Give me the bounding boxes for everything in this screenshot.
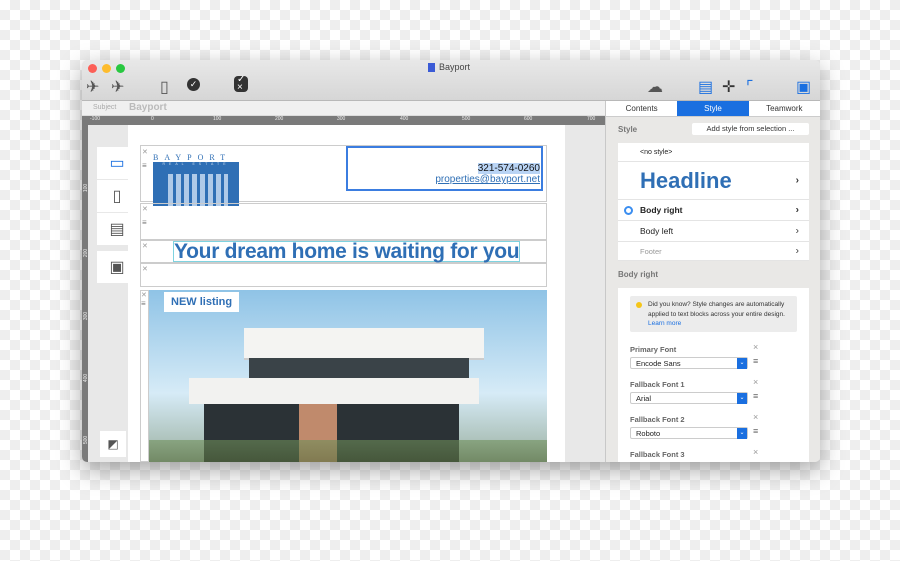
chevron-right-icon: › bbox=[795, 174, 799, 186]
horizontal-ruler: -100 0 100 200 300 400 500 600 700 bbox=[82, 116, 605, 125]
check-icon[interactable]: ✓ bbox=[187, 78, 200, 91]
add-style-button[interactable]: Add style from selection ... bbox=[692, 123, 809, 135]
header-block[interactable]: ✕ ≡ BAYPORT REAL ESTATE 321-574-0260 pro… bbox=[140, 145, 547, 206]
subject-input[interactable]: Bayport bbox=[129, 102, 167, 113]
sidebar-toggle-icon[interactable]: ▣ bbox=[796, 77, 811, 97]
chevron-right-icon: › bbox=[795, 245, 799, 257]
panel-tabs: Contents Style Teamwork bbox=[606, 101, 820, 117]
document-icon bbox=[428, 62, 435, 72]
style-list: <no style> Headline › Body right › Body le… bbox=[618, 143, 809, 261]
minimize-button[interactable] bbox=[102, 64, 111, 73]
reorder-handle-icon[interactable]: ≡ bbox=[753, 391, 758, 401]
devices-icon[interactable]: ▯ bbox=[160, 77, 169, 97]
style-item-headline[interactable]: Headline › bbox=[618, 162, 809, 200]
new-listing-badge[interactable]: NEW listing bbox=[164, 292, 240, 312]
fallback-font-1-select[interactable]: Arial ⌄ bbox=[630, 392, 748, 404]
remove-font-icon[interactable]: × bbox=[753, 412, 758, 422]
reorder-handle-icon[interactable]: ≡ bbox=[753, 356, 758, 366]
contact-text-block[interactable]: 321-574-0260 properties@bayport.net bbox=[346, 146, 543, 191]
reorder-handle-icon[interactable]: ≡ bbox=[753, 426, 758, 436]
style-item-body-left[interactable]: Body left › bbox=[618, 221, 809, 242]
remove-font-icon[interactable]: × bbox=[753, 377, 758, 387]
spacer-block[interactable]: ✕ bbox=[140, 263, 547, 287]
selected-radio-icon bbox=[624, 206, 633, 215]
toolbar: Bayport ✈︎ ✈︎ ▯ ✓ ✓ × ☁︎ ▤ ✛ ⌜ ▣ bbox=[82, 60, 820, 101]
learn-more-link[interactable]: Learn more bbox=[648, 320, 681, 327]
chevron-down-icon: ⌄ bbox=[737, 358, 747, 369]
email-page: ✕ ≡ BAYPORT REAL ESTATE 321-574-0260 pro… bbox=[128, 125, 565, 462]
chevron-right-icon: › bbox=[795, 204, 799, 216]
spacer-block[interactable]: ✕ ≡ bbox=[140, 203, 547, 240]
chevron-down-icon: ⌄ bbox=[737, 428, 747, 439]
zoom-button[interactable] bbox=[116, 64, 125, 73]
tab-teamwork[interactable]: Teamwork bbox=[749, 101, 820, 116]
app-window: Bayport ✈︎ ✈︎ ▯ ✓ ✓ × ☁︎ ▤ ✛ ⌜ ▣ Subject … bbox=[82, 60, 820, 462]
design-canvas: ▭ ▯ ▤ ▣ ◩ ✕ ≡ BAYPORT REAL ESTATE 321-57… bbox=[88, 125, 605, 462]
approve-reject-icon[interactable]: ✓ × bbox=[234, 75, 249, 93]
cloud-icon[interactable]: ☁︎ bbox=[647, 77, 663, 97]
remove-font-icon[interactable]: × bbox=[753, 342, 758, 352]
style-item-body-right[interactable]: Body right › bbox=[618, 200, 809, 221]
tab-contents[interactable]: Contents bbox=[606, 101, 677, 116]
margins-icon[interactable]: ⌜ bbox=[746, 77, 754, 97]
move-icon[interactable]: ✛ bbox=[722, 77, 735, 97]
remove-block-icon[interactable]: ✕ bbox=[142, 148, 148, 156]
bayport-logo: BAYPORT REAL ESTATE bbox=[153, 153, 239, 206]
layers-icon[interactable]: ◩ bbox=[100, 431, 126, 457]
close-button[interactable] bbox=[88, 64, 97, 73]
fallback-font-2-select[interactable]: Roboto ⌄ bbox=[630, 427, 748, 439]
inspector-panel: Contents Style Teamwork Style Add style … bbox=[605, 101, 820, 462]
email-link[interactable]: properties@bayport.net bbox=[348, 174, 540, 185]
headline-block[interactable]: ✕ Your dream home is waiting for you bbox=[140, 240, 547, 263]
chevron-right-icon: › bbox=[795, 225, 799, 237]
style-item-none[interactable]: <no style> bbox=[618, 143, 809, 162]
window-title: Bayport bbox=[428, 62, 470, 72]
send-plane-icon[interactable]: ✈︎ bbox=[86, 77, 99, 97]
subject-bar: Subject Bayport bbox=[82, 101, 605, 116]
info-dot-icon bbox=[636, 302, 642, 308]
drag-handle-icon[interactable]: ≡ bbox=[142, 161, 147, 170]
remove-font-icon[interactable]: × bbox=[753, 447, 758, 457]
font-settings-card: Did you know? Style changes are automati… bbox=[618, 288, 809, 462]
primary-font-select[interactable]: Encode Sans ⌄ bbox=[630, 357, 748, 369]
layout-icon[interactable]: ▤ bbox=[698, 77, 713, 97]
chevron-down-icon: ⌄ bbox=[737, 393, 747, 404]
tab-style[interactable]: Style bbox=[677, 101, 749, 116]
headline-text[interactable]: Your dream home is waiting for you bbox=[173, 241, 521, 262]
house-photo[interactable]: NEW listing bbox=[149, 290, 547, 462]
style-item-footer[interactable]: Footer › bbox=[618, 242, 809, 261]
section-title: Body right bbox=[618, 270, 658, 279]
tip-box: Did you know? Style changes are automati… bbox=[630, 296, 797, 332]
schedule-send-icon[interactable]: ✈︎ bbox=[111, 77, 124, 97]
